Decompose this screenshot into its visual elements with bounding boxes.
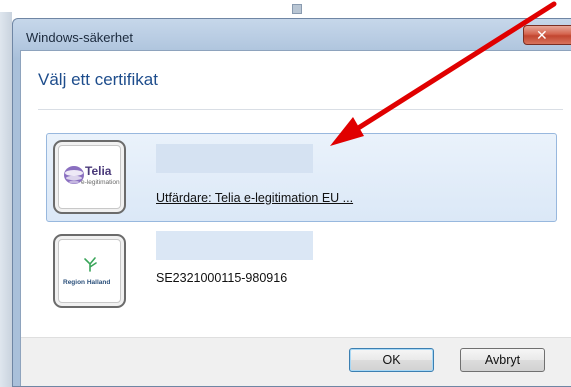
- windows-security-dialog: Windows-säkerhet ✕ Välj ett certifikat T…: [12, 18, 571, 387]
- close-icon: ✕: [536, 27, 548, 43]
- region-halland-logo: Region Halland: [61, 256, 123, 292]
- telia-logo-subtext: e-legitimation: [81, 179, 120, 186]
- region-halland-leaf-icon: [84, 257, 97, 272]
- background-top: [0, 0, 571, 14]
- telia-logo-icon: Telia e-legitimation: [53, 140, 126, 214]
- close-button[interactable]: ✕: [523, 25, 571, 45]
- telia-logo-text: Telia: [85, 164, 112, 178]
- region-halland-logo-icon: Region Halland: [53, 234, 126, 308]
- certificate-item-region-halland[interactable]: Region Halland SE2321000115-980916: [46, 227, 557, 316]
- certificate-item-telia[interactable]: Telia e-legitimation Utfärdare: Telia e-…: [46, 133, 557, 222]
- dialog-footer: OK Avbryt: [21, 337, 571, 386]
- certificate-holder-redacted: [156, 231, 313, 260]
- region-halland-logo-text: Region Halland: [63, 279, 111, 286]
- certificate-issuer: Utfärdare: Telia e-legitimation EU ...: [156, 191, 354, 205]
- dialog-content: Välj ett certifikat Telia e-legitimation: [20, 50, 571, 386]
- resize-handle-icon: [292, 4, 302, 14]
- dialog-heading: Välj ett certifikat: [38, 70, 158, 89]
- heading-divider: [38, 109, 563, 110]
- screenshot: Windows-säkerhet ✕ Välj ett certifikat T…: [0, 0, 571, 387]
- certificate-holder-redacted: [156, 144, 313, 173]
- background-window: [0, 0, 12, 387]
- window-title: Windows-säkerhet: [26, 30, 133, 45]
- ok-button[interactable]: OK: [349, 348, 434, 372]
- telia-logo: Telia e-legitimation: [63, 164, 123, 196]
- cancel-button[interactable]: Avbryt: [460, 348, 545, 372]
- certificate-serial: SE2321000115-980916: [156, 271, 288, 285]
